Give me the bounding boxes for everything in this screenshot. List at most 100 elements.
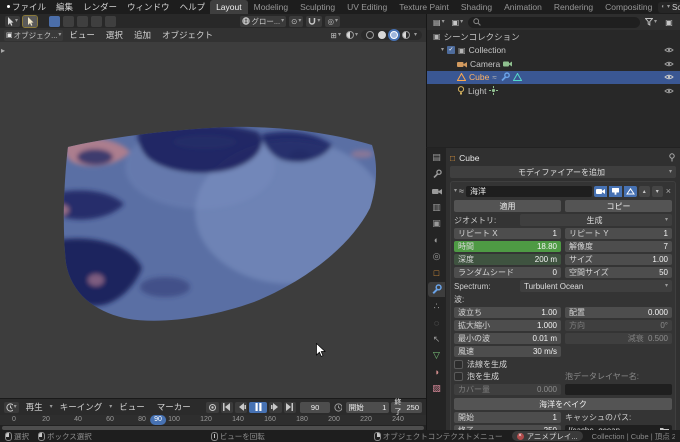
outliner-search-input[interactable]	[468, 16, 640, 28]
prev-keyframe-button[interactable]	[234, 401, 248, 413]
viewport-menu-select[interactable]: 選択	[101, 29, 128, 41]
tab-tool[interactable]	[428, 167, 445, 182]
workspace-tab-uvediting[interactable]: UV Editing	[341, 0, 393, 14]
select-mode-extend-button[interactable]	[63, 15, 75, 27]
collection-checkbox[interactable]: ✓	[447, 46, 456, 55]
outliner-row-light[interactable]: Light	[427, 84, 680, 98]
proportional-edit-dropdown[interactable]: ◎ ▾	[325, 15, 340, 27]
jump-to-end-button[interactable]	[283, 401, 296, 413]
scrollbar-thumb[interactable]	[2, 425, 424, 430]
workspace-tab-rendering[interactable]: Rendering	[548, 0, 599, 14]
depth-field[interactable]: 深度 200 m	[454, 254, 561, 265]
menu-render[interactable]: レンダー	[78, 1, 122, 13]
outliner-row-cube[interactable]: Cube ≈	[427, 70, 680, 84]
timeline-menu-marker[interactable]: マーカー	[152, 401, 196, 413]
new-collection-button[interactable]: ▣	[662, 17, 676, 28]
tab-object[interactable]: □	[428, 266, 445, 281]
viewport-menu-view[interactable]: ビュー	[64, 29, 100, 41]
geometry-dropdown[interactable]: 生成 ▾	[520, 214, 672, 226]
time-field[interactable]: 時間 18.80	[454, 241, 561, 252]
size-field[interactable]: サイズ 1.00	[565, 254, 672, 265]
tab-physics[interactable]: ◌	[428, 315, 445, 330]
eye-wrapper[interactable]	[664, 73, 674, 81]
timeline-menu-keying[interactable]: キーイング	[55, 401, 108, 413]
foam-layer-name-input[interactable]	[565, 384, 672, 395]
next-keyframe-button[interactable]	[269, 401, 282, 413]
shading-rendered-icon[interactable]	[401, 31, 410, 39]
copy-button[interactable]: コピー	[565, 200, 672, 212]
workspace-tab-shading[interactable]: Shading	[455, 0, 498, 14]
bake-start-field[interactable]: 開始 1	[454, 412, 561, 423]
workspace-tab-animation[interactable]: Animation	[498, 0, 548, 14]
toggle-editmode-display[interactable]	[623, 185, 637, 197]
pivot-point-dropdown[interactable]: ⊙ ▾	[289, 15, 304, 27]
menu-help[interactable]: ヘルプ	[175, 1, 211, 13]
ocean-mesh[interactable]	[0, 42, 426, 398]
shading-solid-icon[interactable]	[377, 31, 386, 39]
modifier-name-field[interactable]: 海洋	[465, 185, 592, 197]
active-tool-dropdown[interactable]: ▾	[5, 15, 21, 27]
current-frame-field[interactable]: 90	[299, 401, 331, 413]
jump-to-start-button[interactable]	[220, 401, 233, 413]
workspace-tab-layout[interactable]: Layout	[210, 0, 248, 14]
spectrum-dropdown[interactable]: Turbulent Ocean ▾	[520, 280, 672, 292]
stop-animation-icon[interactable]: ×	[516, 432, 524, 440]
tweak-tool-button[interactable]	[22, 14, 39, 28]
add-modifier-dropdown[interactable]: モディファイアーを追加 ▾	[450, 166, 676, 178]
properties-editor-type-dropdown[interactable]: ▤	[428, 150, 445, 165]
disclosure-triangle-icon[interactable]: ▾	[441, 47, 444, 53]
tab-texture[interactable]: ▨	[428, 381, 445, 396]
timeline-menu-view[interactable]: ビュー	[114, 401, 150, 413]
select-mode-intersect-button[interactable]	[105, 15, 117, 27]
toolbar-expand-arrow[interactable]: ▸	[1, 46, 5, 55]
shading-material-icon[interactable]	[389, 31, 398, 39]
alignment-field[interactable]: 配置 0.000	[565, 307, 672, 318]
tab-render[interactable]	[428, 183, 445, 198]
outliner-display-mode-dropdown[interactable]: ▣ ▾	[450, 17, 466, 28]
viewport-3d[interactable]: ▣ オブジェク... ▾ ビュー 選択 追加 オブジェクト ⊞ ▾ ▾ ▾ ▸	[0, 28, 426, 398]
workspace-tab-texturepaint[interactable]: Texture Paint	[393, 0, 455, 14]
playhead-current-frame[interactable]: 90	[150, 415, 166, 425]
resolution-field[interactable]: 解像度 7	[565, 241, 672, 252]
tab-particles[interactable]: ∴	[428, 299, 445, 314]
workspace-tab-sculpting[interactable]: Sculpting	[294, 0, 341, 14]
workspace-tab-compositing[interactable]: Compositing	[599, 0, 658, 14]
outliner-row-scene-collection[interactable]: ▣ シーンコレクション	[427, 30, 680, 44]
random-seed-field[interactable]: ランダムシード 0	[454, 267, 561, 278]
tab-view-layer[interactable]: ▣	[428, 216, 445, 231]
bake-ocean-button[interactable]: 海洋をベイク	[454, 398, 672, 410]
tab-modifiers[interactable]	[428, 282, 445, 297]
tab-object-data[interactable]: ▽	[428, 348, 445, 363]
select-mode-subtract-button[interactable]	[77, 15, 89, 27]
pin-icon[interactable]	[668, 153, 676, 162]
generate-normals-checkbox[interactable]	[454, 359, 463, 369]
outliner-editor-type-dropdown[interactable]: ▤ ▾	[431, 17, 447, 28]
apply-button[interactable]: 適用	[454, 200, 561, 212]
choppiness-field[interactable]: 波立ち 1.00	[454, 307, 561, 318]
tab-world[interactable]: ◎	[428, 249, 445, 264]
menu-file[interactable]: ファイル	[7, 1, 51, 13]
spatial-size-field[interactable]: 空間サイズ 50	[565, 267, 672, 278]
eye-wrapper[interactable]	[664, 60, 674, 68]
select-mode-invert-button[interactable]	[91, 15, 103, 27]
tab-scene[interactable]: ◐	[428, 233, 445, 248]
mode-dropdown[interactable]: ▣ オブジェク... ▾	[4, 29, 64, 41]
menu-edit[interactable]: 編集	[51, 1, 78, 13]
delete-modifier-button[interactable]: ×	[665, 186, 672, 196]
scale-field[interactable]: 拡大縮小 1.000	[454, 320, 561, 331]
scene-selector[interactable]: ◐ ▾ Scene ×	[658, 1, 680, 13]
generate-foam-checkbox[interactable]	[454, 372, 463, 381]
viewport-menu-add[interactable]: 追加	[129, 29, 156, 41]
workspace-tab-modeling[interactable]: Modeling	[248, 0, 295, 14]
shading-wireframe-icon[interactable]	[365, 31, 374, 39]
move-modifier-down-button[interactable]: ▾	[651, 185, 663, 197]
frame-end-field[interactable]: 終了 250	[391, 399, 423, 416]
toggle-viewport-visibility[interactable]	[608, 185, 622, 197]
repeat-y-field[interactable]: リピート Y1	[565, 228, 672, 239]
timeline-ruler[interactable]: 0 20 40 60 80 90 100 120 140 160 180 200…	[0, 415, 426, 425]
wind-velocity-field[interactable]: 風速 30 m/s	[454, 346, 561, 357]
select-mode-new-button[interactable]	[49, 15, 61, 27]
viewport-menu-object[interactable]: オブジェクト	[157, 29, 218, 41]
outliner-filter-dropdown[interactable]: ▾	[643, 17, 659, 28]
snap-toggle-dropdown[interactable]: ▾	[306, 15, 323, 27]
